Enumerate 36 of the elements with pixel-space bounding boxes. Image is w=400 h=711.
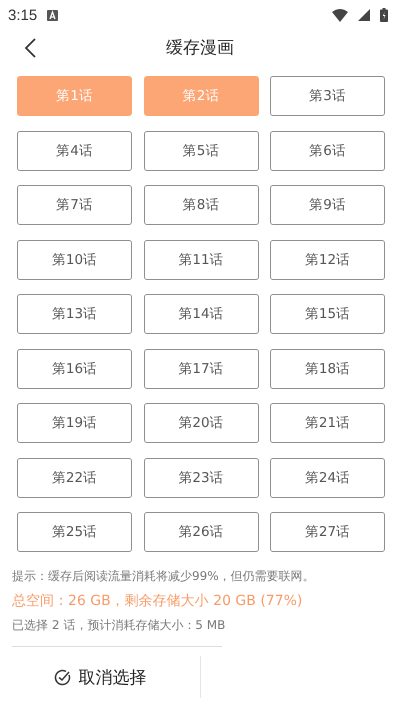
chapter-button[interactable]: 第11话 bbox=[144, 240, 258, 280]
chapter-button[interactable]: 第21话 bbox=[270, 403, 385, 443]
chapter-button[interactable]: 第8话 bbox=[144, 185, 258, 225]
chapter-button[interactable]: 第3话 bbox=[270, 76, 385, 116]
status-time: 3:15 bbox=[8, 6, 38, 24]
tip-text: 提示：缓存后阅读流量消耗将减少99%，但仍需要联网。 bbox=[12, 568, 316, 585]
chapter-button[interactable]: 第17话 bbox=[144, 348, 258, 388]
page-title: 缓存漫画 bbox=[166, 36, 234, 58]
chapter-button[interactable]: 第24话 bbox=[270, 458, 385, 498]
battery-icon bbox=[380, 8, 388, 22]
chapter-button[interactable]: 第22话 bbox=[17, 458, 132, 498]
chapter-button[interactable]: 第10话 bbox=[17, 240, 132, 280]
chapter-button[interactable]: 第23话 bbox=[144, 458, 258, 498]
selection-text: 已选择 2 话，预计消耗存储大小：5 MB bbox=[12, 617, 226, 634]
chapter-button[interactable]: 第19话 bbox=[17, 403, 132, 443]
wifi-icon bbox=[332, 8, 348, 22]
check-circle-icon bbox=[54, 668, 70, 686]
back-icon bbox=[24, 38, 36, 58]
chapter-button[interactable]: 第26话 bbox=[144, 512, 258, 552]
chapter-button[interactable]: 第27话 bbox=[270, 512, 385, 552]
chapter-button[interactable]: 第5话 bbox=[144, 130, 258, 170]
chapter-button[interactable]: 第7话 bbox=[17, 185, 132, 225]
chapter-button[interactable]: 第18话 bbox=[270, 348, 385, 388]
storage-text: 总空间：26 GB，剩余存储大小 20 GB (77%) bbox=[12, 592, 304, 610]
chapter-button[interactable]: 第4话 bbox=[17, 130, 132, 170]
chapter-button[interactable]: 第14话 bbox=[144, 294, 258, 334]
chapter-button[interactable]: 第20话 bbox=[144, 403, 258, 443]
signal-icon bbox=[358, 9, 370, 21]
chapter-button[interactable]: 第12话 bbox=[270, 240, 385, 280]
chapter-button[interactable]: 第15话 bbox=[270, 294, 385, 334]
chapter-button[interactable]: 第9话 bbox=[270, 185, 385, 225]
chapter-button[interactable]: 第6话 bbox=[270, 130, 385, 170]
notification-icon bbox=[47, 10, 58, 20]
chapter-button[interactable]: 第13话 bbox=[17, 294, 132, 334]
chapter-button[interactable]: 第25话 bbox=[17, 512, 132, 552]
chapter-button[interactable]: 第16话 bbox=[17, 348, 132, 388]
